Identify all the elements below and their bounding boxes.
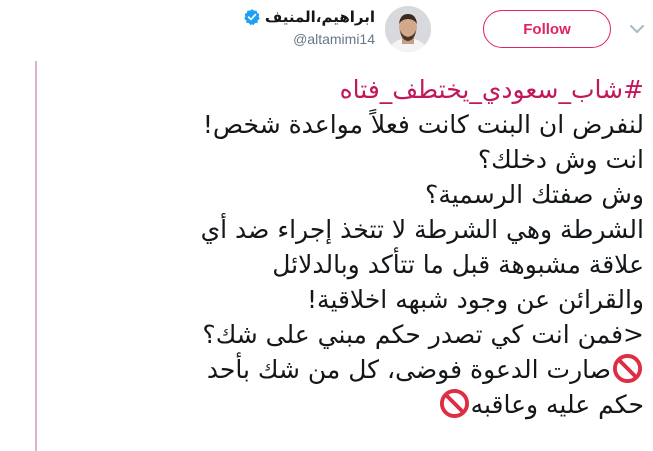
user-handle[interactable]: @altamimi14 xyxy=(293,31,375,47)
hashtag-link[interactable]: #شاب_سعودي_يختطف_فتاه xyxy=(340,75,644,104)
tweet-line: انت وش دخلك؟ xyxy=(477,145,644,174)
tweet-author[interactable]: ابراهيم،المنيف @altamimi14 xyxy=(244,6,431,52)
follow-button[interactable]: Follow xyxy=(483,10,611,48)
chevron-down-icon[interactable] xyxy=(626,18,648,40)
tweet-line: علاقة مشبوهة قبل ما تتأكد وبالدلائل xyxy=(272,250,644,279)
thread-line xyxy=(35,61,37,451)
no-entry-emoji-icon xyxy=(612,353,643,384)
tweet-line: <فمن انت كي تصدر حكم مبني على شك؟ xyxy=(202,320,644,349)
tweet-line: وش صفتك الرسمية؟ xyxy=(425,180,644,209)
tweet-line: صارت الدعوة فوضى، كل من شك بأحد xyxy=(206,355,611,384)
tweet-line: والقرائن عن وجود شبهه اخلاقية! xyxy=(307,285,644,314)
avatar[interactable] xyxy=(385,6,431,52)
display-name[interactable]: ابراهيم،المنيف xyxy=(265,8,375,26)
tweet-line: الشرطة وهي الشرطة لا تتخذ إجراء ضد أي xyxy=(200,215,644,244)
no-entry-emoji-icon xyxy=(439,388,470,419)
verified-badge-icon xyxy=(243,8,261,26)
tweet-line: حكم عليه وعاقبه xyxy=(470,390,644,419)
tweet-text: #شاب_سعودي_يختطف_فتاه لنفرض ان البنت كان… xyxy=(44,72,644,422)
tweet-line: لنفرض ان البنت كانت فعلاً مواعدة شخص! xyxy=(202,110,644,139)
